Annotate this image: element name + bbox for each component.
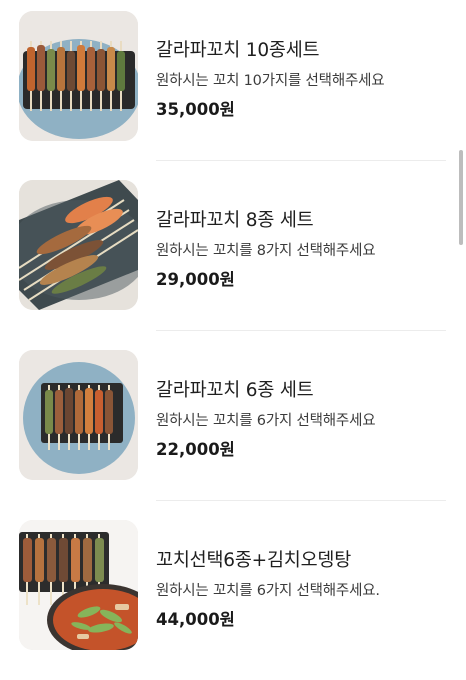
menu-item-title: 꼬치선택6종+김치오뎅탕 [156,550,352,571]
divider [156,160,446,161]
menu-item-price: 44,000원 [156,610,235,629]
divider [156,500,446,501]
menu-item-title: 갈라파꼬치 6종 세트 [156,380,314,401]
menu-item-image [19,520,138,650]
menu-item[interactable]: 갈라파꼬치 10종세트 원하시는 꼬치 10가지를 선택해주세요 35,000원 [0,0,466,170]
menu-item-title: 갈라파꼬치 8종 세트 [156,210,314,231]
menu-item-image [19,350,138,480]
menu-item-price: 22,000원 [156,440,235,459]
menu-item[interactable]: 꼬치선택6종+김치오뎅탕 원하시는 꼬치를 6가지 선택해주세요. 44,000… [0,510,466,680]
menu-item-description: 원하시는 꼬치를 6가지 선택해주세요 [156,413,376,429]
menu-item[interactable]: 갈라파꼬치 8종 세트 원하시는 꼬치를 8가지 선택해주세요 29,000원 [0,170,466,340]
menu-item[interactable]: 갈라파꼬치 6종 세트 원하시는 꼬치를 6가지 선택해주세요 22,000원 [0,340,466,510]
menu-item-description: 원하시는 꼬치를 6가지 선택해주세요. [156,583,380,599]
scrollbar[interactable] [459,150,463,245]
menu-item-image [19,11,138,141]
menu-item-description: 원하시는 꼬치를 8가지 선택해주세요 [156,243,376,259]
divider [156,330,446,331]
menu-item-description: 원하시는 꼬치 10가지를 선택해주세요 [156,73,385,89]
menu-item-price: 35,000원 [156,100,235,119]
menu-item-price: 29,000원 [156,270,235,289]
menu-item-title: 갈라파꼬치 10종세트 [156,40,320,61]
menu-item-image [19,180,138,310]
